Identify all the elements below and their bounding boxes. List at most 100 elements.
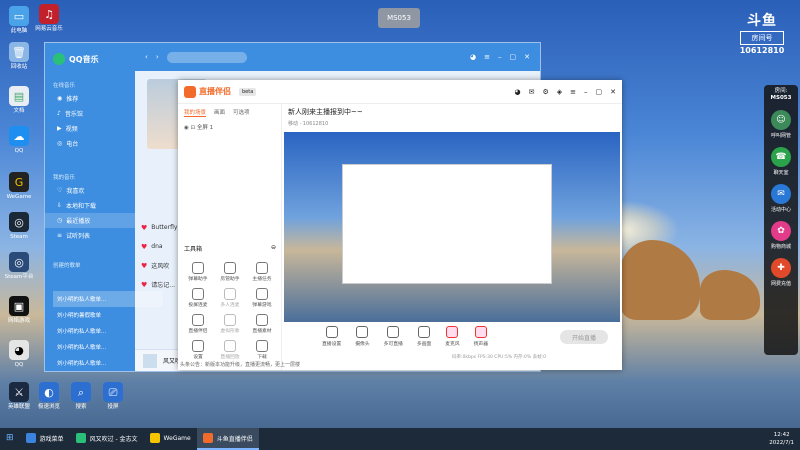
- desktop-icon-qq2[interactable]: ◕ QQ: [2, 340, 36, 369]
- nav-recent[interactable]: ◷ 最近播放: [45, 213, 135, 228]
- back-icon[interactable]: ‹: [145, 53, 148, 61]
- start-live-button[interactable]: 开始直播: [560, 330, 608, 344]
- nav-recommend[interactable]: ◉ 推荐: [45, 91, 135, 106]
- forward-icon[interactable]: ›: [156, 53, 159, 61]
- tab-my-scene[interactable]: 我的场景: [184, 108, 207, 117]
- taskbar-item[interactable]: 风又吹过 - 金志文: [70, 428, 144, 450]
- tab-screen[interactable]: 画面: [214, 108, 225, 117]
- douyu-logo-text: 斗鱼: [747, 13, 777, 29]
- recharge-button[interactable]: ✚ 网费充值: [764, 258, 798, 287]
- tool-material[interactable]: 直播素材: [246, 314, 278, 334]
- tool-admin[interactable]: 房管助手: [214, 262, 246, 282]
- nav-radio[interactable]: ◎ 电台: [45, 136, 135, 151]
- taskbar-item[interactable]: 斗鱼直播伴侣: [196, 428, 259, 450]
- live-settings-button[interactable]: 直播设置: [322, 326, 341, 347]
- microphone-button[interactable]: 麦克风: [445, 326, 460, 347]
- heart-icon: ♡: [57, 187, 63, 194]
- desktop-rock: [700, 270, 760, 320]
- live-companion-window: 直播伴侣 beta ◕ ✉ ⚙ ◈ ≡ – ▢ ✕ 我的场景 画面 可选项 ◉ …: [178, 80, 622, 370]
- nav-local[interactable]: ⇩ 本地和下载: [45, 198, 135, 213]
- qq-icon: ☁: [9, 126, 29, 146]
- desktop-icon-qq[interactable]: ☁ QQ: [2, 126, 36, 155]
- settings-icon[interactable]: ⚙: [542, 88, 548, 96]
- section-created: 创建的歌单: [53, 263, 81, 269]
- desktop-icon-steam[interactable]: ◎ Steam: [2, 212, 36, 241]
- multi-screen-button[interactable]: 多画面: [417, 326, 431, 347]
- close-icon[interactable]: ✕: [610, 88, 616, 96]
- heart-icon[interactable]: ♥: [141, 262, 147, 270]
- chat-icon[interactable]: ✉: [529, 88, 535, 96]
- multi-live-button[interactable]: 多可直播: [384, 326, 403, 347]
- start-button[interactable]: ⊞: [0, 428, 20, 450]
- speaker-button[interactable]: 扬声器: [474, 326, 488, 347]
- tool-settings[interactable]: 设置: [182, 340, 214, 360]
- version-badge: beta: [239, 87, 257, 96]
- desktop-icon-steam-platform[interactable]: ◎ Steam平台: [2, 252, 36, 281]
- scene-item[interactable]: ◉ ⊡ 全屏 1: [178, 121, 281, 133]
- search-input[interactable]: [166, 51, 247, 63]
- nav-video[interactable]: ▶ 视频: [45, 121, 135, 136]
- avatar[interactable]: ◕: [470, 53, 476, 61]
- desktop-icon-netease[interactable]: ♫ 网易云音乐: [32, 4, 66, 33]
- nav-music-hall[interactable]: ♪ 音乐馆: [45, 106, 135, 121]
- desktop-icon-recycle[interactable]: 🗑 回收站: [2, 42, 36, 71]
- taskbar-item[interactable]: 游戏菜单: [20, 428, 70, 450]
- computer-icon: ▭: [9, 6, 29, 26]
- desktop-icon-doc[interactable]: ▤ 文档: [2, 86, 36, 115]
- playlist-item[interactable]: 刘小明的私人歌单...: [53, 323, 163, 339]
- shop-button[interactable]: ✿ 购物商城: [764, 221, 798, 250]
- call-admin-button[interactable]: ☺ 呼叫网管: [764, 110, 798, 139]
- heart-icon[interactable]: ♥: [141, 224, 147, 232]
- tool-download[interactable]: 下载: [246, 340, 278, 360]
- room-title[interactable]: 新人刚来主播报到中~~: [282, 104, 622, 120]
- lock-icon[interactable]: ⊡: [191, 125, 196, 131]
- heart-icon[interactable]: ♥: [141, 281, 147, 289]
- desktop-icon-this-pc[interactable]: ▭ 此电脑: [2, 6, 36, 35]
- menu-icon[interactable]: ≡: [484, 53, 490, 61]
- desktop-icon-search[interactable]: ⌕ 搜索: [64, 382, 98, 411]
- maximize-icon[interactable]: ▢: [596, 88, 603, 96]
- tool-task[interactable]: 主播任务: [246, 262, 278, 282]
- now-playing-cover[interactable]: [143, 353, 157, 368]
- tool-replay[interactable]: 直播回放: [214, 340, 246, 360]
- right-service-panel: 房间: MS053 ☺ 呼叫网管 ☎ 聊天室 ✉ 活动中心 ✿ 购物商城 ✚ 网…: [764, 85, 798, 355]
- camera-button[interactable]: 摄像头: [355, 326, 370, 347]
- tool-game[interactable]: 弹幕游戏: [246, 288, 278, 308]
- heart-icon[interactable]: ♥: [141, 243, 147, 251]
- desktop-rock: [620, 240, 700, 320]
- live-preview[interactable]: [284, 132, 620, 322]
- tab-optional[interactable]: 可选项: [233, 108, 250, 117]
- nav-favorite[interactable]: ♡ 我喜欢: [45, 183, 135, 198]
- avatar[interactable]: ◕: [514, 88, 520, 96]
- tool-cast[interactable]: 投屏连麦: [182, 288, 214, 308]
- tool-danmu[interactable]: 弹幕助手: [182, 262, 214, 282]
- game-icon: ⚔: [9, 382, 29, 402]
- close-icon[interactable]: ✕: [524, 53, 530, 61]
- playlist-item[interactable]: 刘小明的暑假歌单: [53, 307, 163, 323]
- home-icon: ◉: [57, 95, 63, 102]
- desktop-icon-wegame[interactable]: G WeGame: [2, 172, 36, 201]
- menu-icon[interactable]: ≡: [570, 88, 576, 96]
- steam-icon: ◎: [9, 252, 29, 272]
- desktop-icon-lol[interactable]: ⚔ 英雄联盟: [2, 382, 36, 411]
- desktop-icon-browser[interactable]: ◐ 极速浏览: [32, 382, 66, 411]
- system-clock[interactable]: 12:42 2022/7/1: [769, 431, 794, 447]
- taskbar-item[interactable]: WeGame: [144, 428, 197, 450]
- chat-room-button[interactable]: ☎ 聊天室: [764, 147, 798, 176]
- more-icon[interactable]: ⊖: [271, 244, 276, 253]
- maximize-icon[interactable]: ▢: [510, 53, 517, 61]
- playlist-item[interactable]: 刘小明的私人歌单...: [53, 291, 163, 307]
- desktop-icon-netgame[interactable]: ▣ 网络游戏: [2, 296, 36, 325]
- activity-center-button[interactable]: ✉ 活动中心: [764, 184, 798, 213]
- tool-avatar[interactable]: 虚拟形象: [214, 314, 246, 334]
- room-value: MS053: [770, 95, 792, 101]
- minimize-icon[interactable]: –: [584, 88, 588, 96]
- skin-icon[interactable]: ◈: [557, 88, 562, 96]
- minimize-icon[interactable]: –: [498, 53, 502, 61]
- tool-multi[interactable]: 多人连麦: [214, 288, 246, 308]
- eye-icon[interactable]: ◉: [184, 125, 189, 131]
- tool-companion[interactable]: 直播伴侣: [182, 314, 214, 334]
- room-number-box: 房间号: [740, 31, 784, 45]
- desktop-icon-cast[interactable]: ⎚ 投屏: [96, 382, 130, 411]
- nav-trial[interactable]: ≡ 试听列表: [45, 228, 135, 243]
